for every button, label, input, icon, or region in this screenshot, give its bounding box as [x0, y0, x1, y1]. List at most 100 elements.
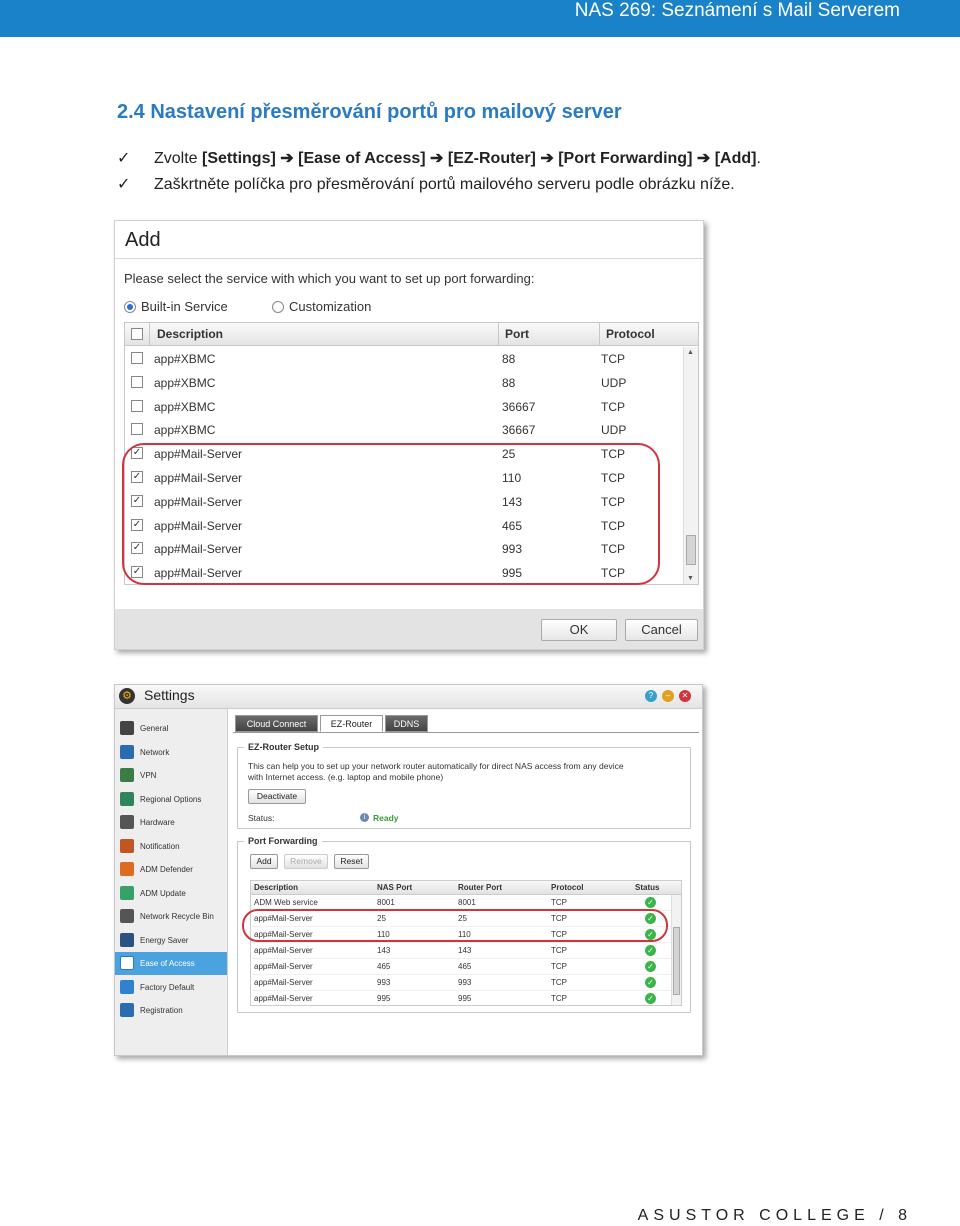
ez-description-line-1: This can help you to set up your network… [248, 761, 624, 771]
table-row[interactable]: app#XBMC 88 UDP [125, 371, 683, 395]
cell-router-port: 993 [458, 978, 472, 987]
dialog-prompt: Please select the service with which you… [124, 271, 535, 286]
port-forwarding-group: Port Forwarding Add Remove Reset Descrip… [237, 836, 691, 1013]
dialog-footer: OK Cancel [115, 609, 703, 649]
sidebar-item-icon [120, 721, 134, 735]
cell-nas-port: 8001 [377, 898, 395, 907]
sidebar-item[interactable]: ADM Defender [115, 858, 227, 881]
sidebar-item[interactable]: Factory Default [115, 976, 227, 999]
sidebar-item[interactable]: Hardware [115, 811, 227, 834]
checkbox[interactable] [131, 423, 143, 436]
sidebar-item[interactable]: Regional Options [115, 788, 227, 811]
cell-protocol: UDP [601, 375, 627, 390]
table-row[interactable]: app#Mail-Server 993 993 TCP ✓ [251, 975, 671, 991]
cell-nas-port: 995 [377, 994, 391, 1003]
sidebar-item[interactable]: Energy Saver [115, 929, 227, 952]
table-row[interactable]: app#Mail-Server 465 465 TCP ✓ [251, 959, 671, 975]
close-icon[interactable]: ✕ [679, 690, 691, 702]
sidebar-item-label: Regional Options [140, 794, 202, 804]
col-description: Description [254, 883, 299, 892]
cell-router-port: 143 [458, 946, 472, 955]
sidebar-item[interactable]: VPN [115, 764, 227, 787]
scroll-thumb[interactable] [686, 535, 696, 565]
deactivate-button[interactable]: Deactivate [248, 789, 306, 804]
sidebar-item-label: Registration [140, 1006, 183, 1015]
scroll-up-icon[interactable]: ▲ [687, 349, 694, 356]
tab-cloud-connect[interactable]: Cloud Connect [235, 715, 318, 732]
sidebar-item-label: Factory Default [140, 982, 195, 992]
highlight-oval [122, 443, 660, 585]
status-ok-icon: ✓ [645, 945, 656, 956]
sidebar-item-icon [120, 979, 134, 994]
cell-router-port: 8001 [458, 898, 476, 907]
radio-customization[interactable]: Customization [272, 299, 371, 314]
cell-nas-port: 993 [377, 978, 391, 987]
sidebar-item-icon [120, 932, 134, 947]
checkbox[interactable] [131, 399, 143, 412]
ok-button[interactable]: OK [541, 619, 617, 641]
radio-selected-icon[interactable] [124, 300, 136, 313]
table-header: Description Port Protocol [125, 323, 698, 346]
cell-router-port: 995 [458, 994, 472, 1003]
cancel-button[interactable]: Cancel [625, 619, 698, 641]
help-icon[interactable]: ? [645, 690, 657, 702]
sidebar-item[interactable]: Registration [115, 999, 227, 1022]
vertical-scrollbar[interactable] [671, 895, 681, 1005]
add-button[interactable]: Add [250, 854, 278, 869]
radio-empty-icon[interactable] [272, 300, 284, 313]
remove-button[interactable]: Remove [284, 854, 328, 869]
sidebar-item[interactable]: Ease of Access [115, 952, 227, 975]
col-status: Status [635, 883, 660, 892]
cell-description: app#Mail-Server [254, 962, 313, 971]
sidebar-item[interactable]: Notification [115, 835, 227, 858]
bullet-step-2: ✓ Zaškrtněte políčka pro přesměrování por… [117, 176, 735, 193]
tab-divider [233, 732, 699, 733]
arrow-icon: ➔ [540, 150, 554, 167]
checkbox[interactable] [131, 352, 143, 364]
col-router-port: Router Port [458, 883, 502, 892]
col-nas-port: NAS Port [377, 883, 413, 892]
select-all-checkbox[interactable] [131, 328, 143, 340]
cell-port: 36667 [502, 423, 536, 438]
col-port: Port [505, 327, 529, 341]
settings-titlebar: ⚙ Settings ? – ✕ [115, 685, 702, 709]
cell-description: app#Mail-Server [254, 994, 313, 1003]
sidebar-item[interactable]: Network Recycle Bin [115, 905, 227, 928]
port-forwarding-table: Description NAS Port Router Port Protoco… [250, 880, 682, 1006]
sidebar-item[interactable]: Network [115, 741, 227, 764]
radio-builtin-service[interactable]: Built-in Service [124, 299, 228, 314]
sidebar-item-icon [120, 909, 134, 923]
cell-description: app#XBMC [154, 352, 216, 366]
sidebar-item-label: Network [140, 747, 170, 757]
settings-window: ⚙ Settings ? – ✕ General Network VPN Region… [114, 684, 703, 1056]
sidebar-item-icon [120, 744, 134, 759]
minimize-icon[interactable]: – [662, 690, 674, 702]
table-row[interactable]: app#Mail-Server 143 143 TCP ✓ [251, 943, 671, 959]
settings-title: Settings [144, 687, 195, 703]
bullet-step-1: ✓ Zvolte [Settings] ➔ [Ease of Access] ➔ … [117, 150, 761, 167]
sidebar-item[interactable]: ADM Update [115, 882, 227, 905]
scroll-down-icon[interactable]: ▼ [687, 575, 694, 582]
arrow-icon: ➔ [696, 150, 711, 167]
cell-router-port: 465 [458, 962, 472, 971]
table-row[interactable]: app#Mail-Server 995 995 TCP ✓ [251, 991, 671, 1005]
scroll-thumb[interactable] [673, 927, 680, 995]
table-row[interactable]: app#XBMC 36667 UDP [125, 418, 683, 442]
header-title: NAS 269: Seznámení s Mail Serverem [574, 0, 900, 21]
cell-nas-port: 143 [377, 946, 391, 955]
sidebar-item-label: Energy Saver [140, 935, 189, 945]
tab-ddns[interactable]: DDNS [385, 715, 428, 732]
table-row[interactable]: app#XBMC 36667 TCP [125, 395, 683, 419]
sidebar-item[interactable]: General [115, 717, 227, 740]
vertical-scrollbar[interactable]: ▲ ▼ [683, 347, 698, 584]
checkbox[interactable] [131, 375, 143, 388]
reset-button[interactable]: Reset [334, 854, 369, 869]
table-row[interactable]: app#XBMC 88 TCP [125, 347, 683, 371]
sidebar-item-label: Network Recycle Bin [140, 912, 214, 921]
sidebar-item-label: ADM Update [140, 888, 186, 898]
divider [115, 258, 703, 259]
section-title: 2.4 Nastavení přesměrování portů pro mai… [117, 101, 622, 123]
tab-ez-router[interactable]: EZ-Router [320, 715, 383, 732]
sidebar-item-label: General [140, 724, 169, 733]
status-ok-icon: ✓ [645, 897, 656, 908]
